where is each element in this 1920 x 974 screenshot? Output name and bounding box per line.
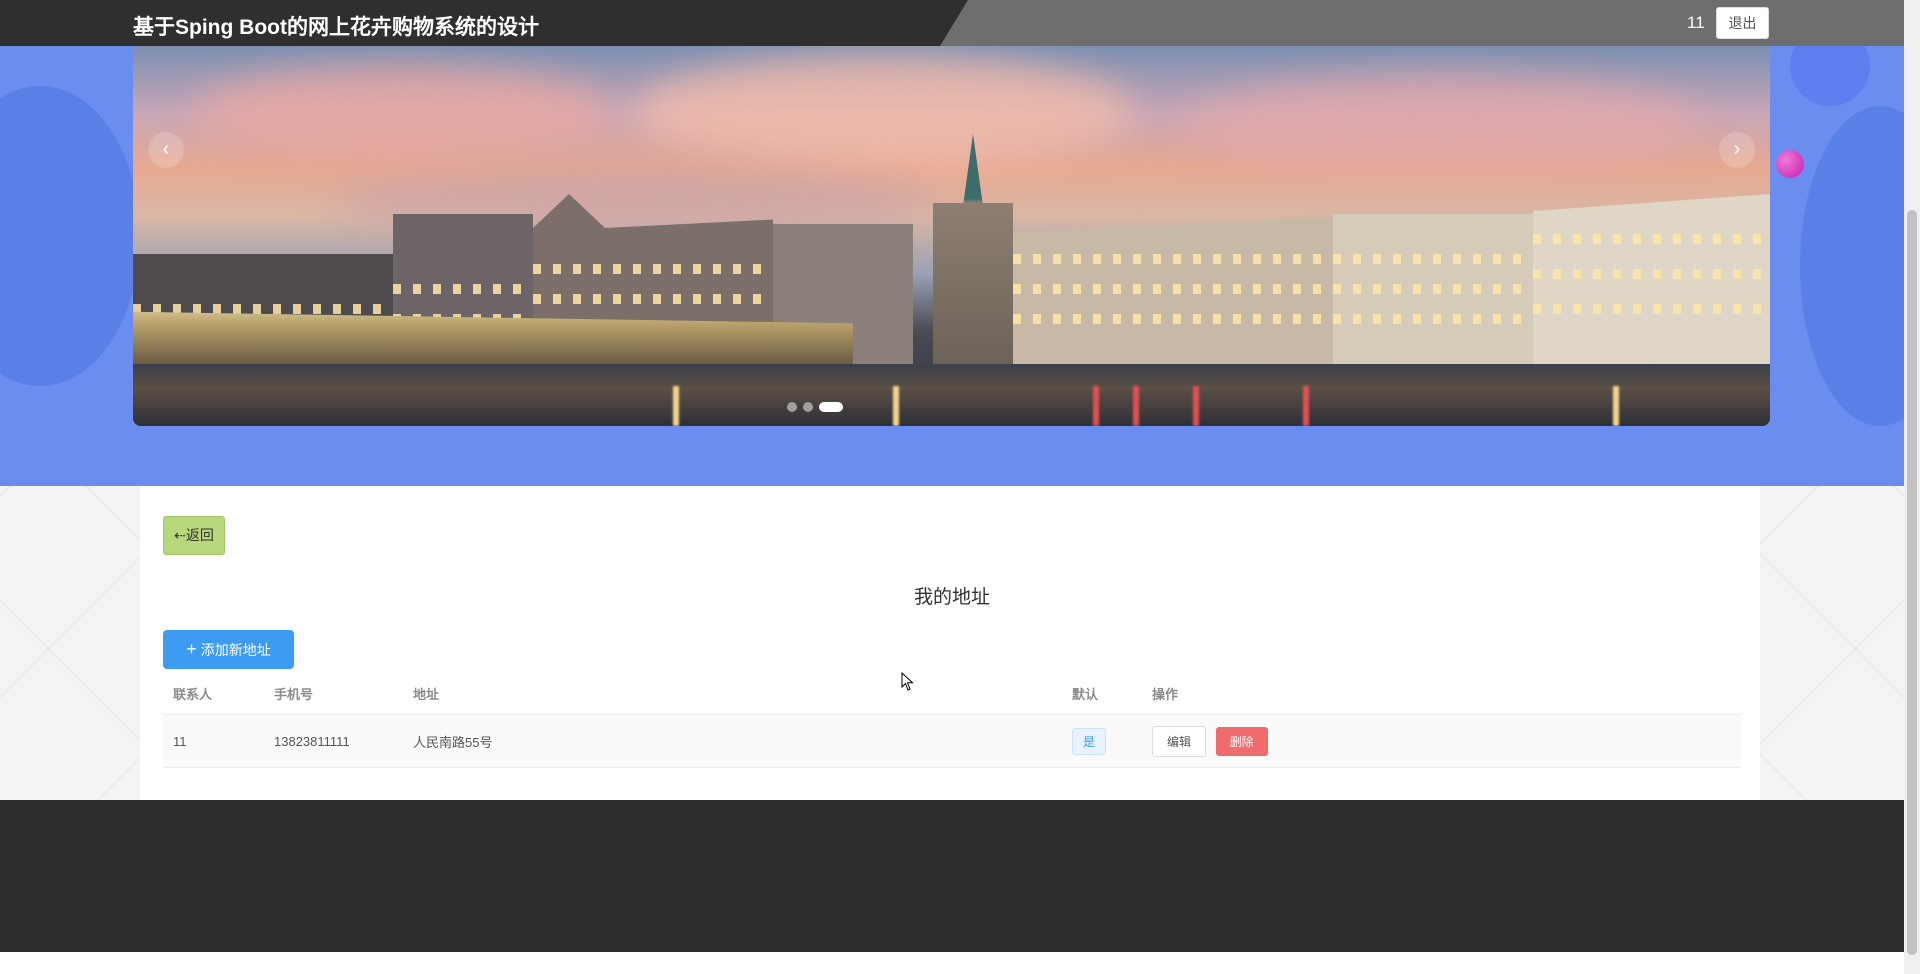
image-carousel[interactable]: ‹ › <box>133 46 1770 426</box>
default-badge: 是 <box>1072 727 1107 755</box>
hero-decoration <box>1800 106 1904 426</box>
column-header-contact: 联系人 <box>163 672 264 715</box>
cell-default: 是 <box>1062 714 1142 768</box>
building <box>1533 194 1770 364</box>
river-water <box>133 364 1770 426</box>
cloud <box>633 56 1133 166</box>
logout-button[interactable]: 退出 <box>1716 7 1769 39</box>
edit-button[interactable]: 编辑 <box>1152 725 1207 757</box>
carousel-prev-button[interactable]: ‹ <box>148 132 184 168</box>
light-reflection <box>673 386 679 426</box>
light-reflection <box>1613 386 1619 426</box>
cell-phone: 13823811111 <box>264 714 403 768</box>
cloud <box>193 66 613 156</box>
carousel-dot-active[interactable] <box>819 402 843 412</box>
username-label[interactable]: 11 <box>1687 13 1705 33</box>
column-header-actions: 操作 <box>1142 672 1741 715</box>
cell-actions: 编辑 删除 <box>1142 714 1741 768</box>
carousel-dot[interactable] <box>803 402 813 412</box>
church-tower <box>933 134 1013 364</box>
mouse-cursor-icon <box>901 672 914 691</box>
column-header-address: 地址 <box>403 672 1062 715</box>
column-header-default: 默认 <box>1062 672 1142 715</box>
light-reflection <box>893 386 899 426</box>
footer <box>0 800 1904 952</box>
site-title: 基于Sping Boot的网上花卉购物系统的设计 <box>133 16 539 39</box>
add-address-button[interactable]: + 添加新地址 <box>163 630 294 669</box>
carousel-next-button[interactable]: › <box>1719 132 1755 168</box>
bottom-strip <box>0 952 1904 974</box>
scrollbar-thumb[interactable] <box>1907 210 1917 955</box>
building <box>1013 216 1333 364</box>
light-reflection <box>1193 386 1199 426</box>
cell-contact: 11 <box>163 714 264 768</box>
hero-decoration <box>0 86 140 386</box>
top-navbar: 基于Sping Boot的网上花卉购物系统的设计 11 退出 <box>0 0 1904 46</box>
light-reflection <box>1303 386 1309 426</box>
light-reflection <box>1093 386 1099 426</box>
delete-button[interactable]: 删除 <box>1215 726 1268 756</box>
floating-ball-decoration <box>1776 150 1804 178</box>
table-row: 11 13823811111 人民南路55号 是 编辑 删除 <box>163 714 1741 768</box>
cloud <box>1183 76 1703 176</box>
carousel-dot[interactable] <box>787 402 797 412</box>
cell-address: 人民南路55号 <box>403 714 1062 768</box>
hero-banner: ‹ › <box>0 46 1904 486</box>
address-table: 联系人 手机号 地址 默认 操作 11 13823811111 人民南路55号 … <box>163 672 1741 768</box>
carousel-indicators <box>787 401 843 413</box>
light-reflection <box>1133 386 1139 426</box>
add-address-label: 添加新地址 <box>200 642 271 658</box>
building <box>1333 214 1533 364</box>
hero-decoration <box>1790 46 1870 106</box>
vertical-scrollbar[interactable] <box>1904 0 1920 974</box>
plus-icon: + <box>186 639 197 659</box>
column-header-phone: 手机号 <box>264 672 403 715</box>
page-title: 我的地址 <box>913 587 990 608</box>
back-button[interactable]: ⇠返回 <box>163 516 225 555</box>
table-header-row: 联系人 手机号 地址 默认 操作 <box>163 672 1741 715</box>
